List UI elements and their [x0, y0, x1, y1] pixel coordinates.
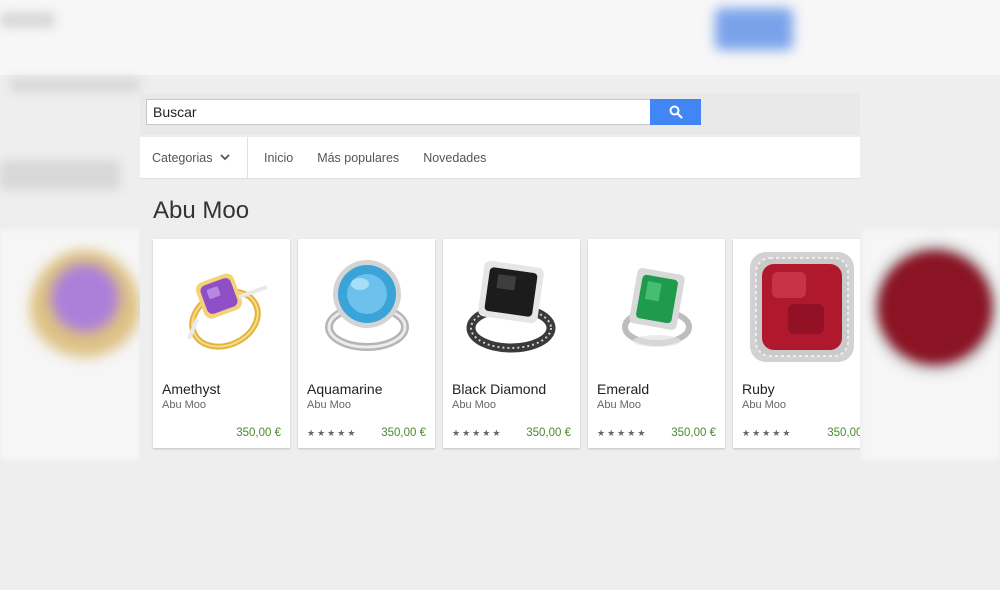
store-window: Categorias Inicio Más populares Novedade… [140, 93, 860, 498]
product-name: Emerald [597, 381, 650, 397]
star-icon: ★ [782, 428, 793, 438]
background-ring-right [870, 235, 1000, 380]
nav-link-novedades[interactable]: Novedades [423, 151, 486, 165]
search-icon [669, 105, 683, 119]
star-icon: ★ [482, 428, 493, 438]
search-bar [140, 93, 860, 135]
product-image [153, 239, 290, 374]
product-name: Ruby [742, 381, 775, 397]
ring-icon [186, 273, 268, 350]
product-price: 350,00 € [381, 427, 426, 439]
product-price: 350,00 € [526, 427, 571, 439]
star-icon: ★ [597, 428, 608, 438]
ring-icon [466, 260, 556, 352]
star-icon: ★ [752, 428, 763, 438]
star-icon: ★ [462, 428, 473, 438]
star-icon: ★ [337, 428, 348, 438]
product-image [298, 239, 435, 374]
background-button-blur [715, 8, 793, 50]
product-brand: Abu Moo [742, 399, 787, 411]
product-brand: Abu Moo [307, 399, 352, 411]
star-icon: ★ [772, 428, 783, 438]
search-button[interactable] [650, 99, 701, 125]
product-card[interactable]: Black Diamond Abu Moo ★★★★★ 350,00 € [443, 239, 580, 448]
product-card[interactable]: Amethyst Abu Moo 350,00 € [153, 239, 290, 448]
product-card[interactable]: Aquamarine Abu Moo ★★★★★ 350,00 € [298, 239, 435, 448]
ring-icon [324, 259, 409, 351]
product-card[interactable]: Ruby Abu Moo ★★★★★ 350,00 € [733, 239, 860, 448]
product-name: Aquamarine [307, 381, 383, 397]
background-ring-left [30, 250, 140, 370]
product-card[interactable]: Emerald Abu Moo ★★★★★ 350,00 € [588, 239, 725, 448]
star-icon: ★ [347, 428, 358, 438]
rating-stars: ★★★★★ [452, 428, 502, 439]
rating-stars: ★★★★★ [742, 428, 792, 439]
star-icon: ★ [762, 428, 773, 438]
product-image [733, 239, 860, 374]
search-input[interactable] [146, 99, 664, 125]
product-list: Amethyst Abu Moo 350,00 € Aquamarine Abu… [153, 239, 860, 448]
star-icon: ★ [617, 428, 628, 438]
chevron-down-icon [220, 154, 231, 161]
product-name: Amethyst [162, 381, 221, 397]
star-icon: ★ [742, 428, 753, 438]
star-icon: ★ [637, 428, 648, 438]
product-brand: Abu Moo [597, 399, 642, 411]
ring-icon [621, 267, 692, 347]
background-title-blur [0, 160, 120, 190]
ring-icon [749, 252, 854, 362]
star-icon: ★ [307, 428, 318, 438]
categories-label: Categorias [152, 150, 213, 165]
star-icon: ★ [607, 428, 618, 438]
navigation-bar: Categorias Inicio Más populares Novedade… [140, 137, 860, 179]
star-icon: ★ [452, 428, 463, 438]
product-price: 350,00 € [827, 427, 860, 439]
nav-link-mas-populares[interactable]: Más populares [317, 151, 399, 165]
star-icon: ★ [327, 428, 338, 438]
categories-dropdown[interactable]: Categorias [140, 137, 248, 178]
star-icon: ★ [627, 428, 638, 438]
background-toolbar [0, 0, 1000, 75]
nav-link-inicio[interactable]: Inicio [264, 151, 293, 165]
product-price: 350,00 € [671, 427, 716, 439]
star-icon: ★ [472, 428, 483, 438]
rating-stars: ★★★★★ [597, 428, 647, 439]
product-brand: Abu Moo [162, 399, 207, 411]
product-image [443, 239, 580, 374]
product-name: Black Diamond [452, 381, 547, 397]
section-title: Abu Moo [153, 197, 250, 224]
product-image [588, 239, 725, 374]
product-price: 350,00 € [236, 427, 281, 439]
background-text-blur [10, 78, 140, 92]
star-icon: ★ [317, 428, 328, 438]
product-brand: Abu Moo [452, 399, 497, 411]
rating-stars: ★★★★★ [307, 428, 357, 439]
background-text-blur [0, 12, 55, 28]
star-icon: ★ [492, 428, 503, 438]
